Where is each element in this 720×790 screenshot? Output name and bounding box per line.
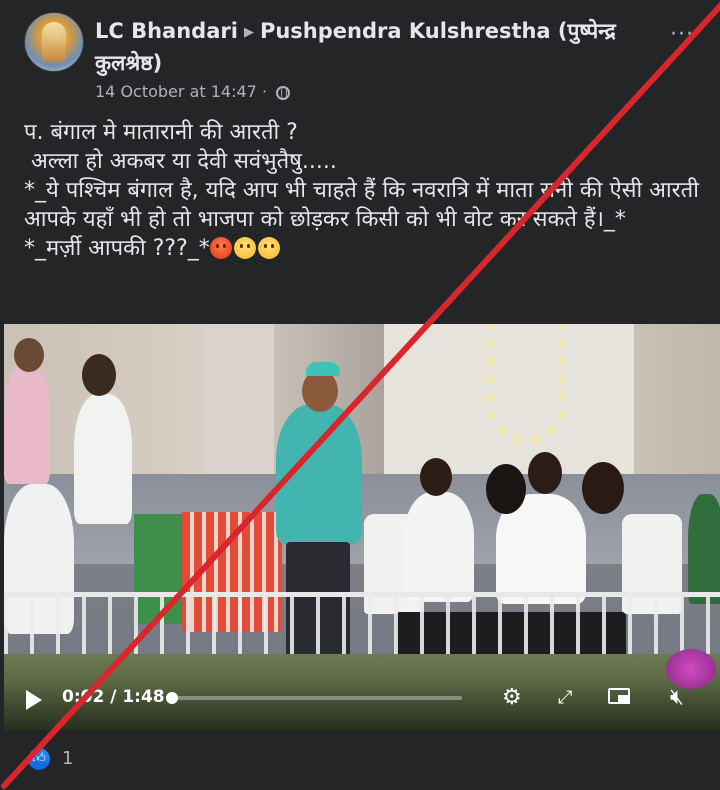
thumbs-up-icon: 👍︎ [28,748,50,770]
video-person [74,394,132,524]
avatar-figure [42,22,66,62]
angry-face-icon [209,237,232,259]
video-person-head [582,462,624,514]
more-options-icon[interactable]: ··· [670,22,694,47]
video-cap [306,362,340,376]
post-timestamp[interactable]: 14 October at 14:47 [95,82,257,101]
post-header-names: LC Bhandari ▶ Pushpendra Kulshrestha (पुष्… [95,16,655,78]
play-icon[interactable] [26,690,42,710]
author-avatar[interactable] [24,12,84,72]
like-count[interactable]: 1 [62,748,73,769]
settings-gear-icon[interactable]: ⚙ [502,686,522,710]
post-line-4-text: *_मर्ज़ी आपकी ???_* [24,236,210,261]
author-name[interactable]: LC Bhandari [95,19,238,43]
post-meta: 14 October at 14:47 · [95,82,291,101]
post-text: प. बंगाल मे मातारानी की आरती ? अल्ला हो … [24,118,704,263]
video-controls: 0:02 / 1:48 ⚙ ⤢ 🔇︎ [4,680,720,730]
globe-icon [276,86,291,100]
video-player[interactable] [4,324,720,730]
post-line-2: अल्ला हो अकबर या देवी सवंभुतैषु..... [24,149,337,174]
picture-in-picture-icon[interactable] [608,688,630,704]
video-scrub-handle[interactable] [165,692,178,704]
post-line-1: प. बंगाल मे मातारानी की आरती ? [24,120,298,145]
facebook-post: LC Bhandari ▶ Pushpendra Kulshrestha (पुष्… [0,0,720,790]
video-person-head [14,338,44,372]
video-time: 0:02 / 1:48 [62,687,165,707]
post-line-3: *_ये पश्चिम बंगाल है, यदि आप भी चाहते है… [24,178,706,232]
video-person [688,494,720,604]
video-person-head [420,458,452,496]
video-speaker [276,404,362,544]
video-pillar [204,324,274,494]
frowning-face-icon [257,237,280,259]
dizzy-face-icon [233,237,256,259]
shared-to-arrow-icon: ▶ [243,25,254,40]
video-person-head [486,464,526,514]
video-person-head [528,452,562,494]
video-progress-bar[interactable] [165,692,462,704]
video-garland [486,324,566,444]
video-person-head [82,354,116,396]
video-person [4,364,50,484]
expand-icon[interactable]: ⤢ [558,686,572,710]
mute-icon[interactable]: 🔇︎ [670,686,684,710]
video-person [404,492,474,602]
post-line-4: *_मर्ज़ी आपकी ???_* [24,234,704,263]
video-speaker-head [302,370,338,412]
